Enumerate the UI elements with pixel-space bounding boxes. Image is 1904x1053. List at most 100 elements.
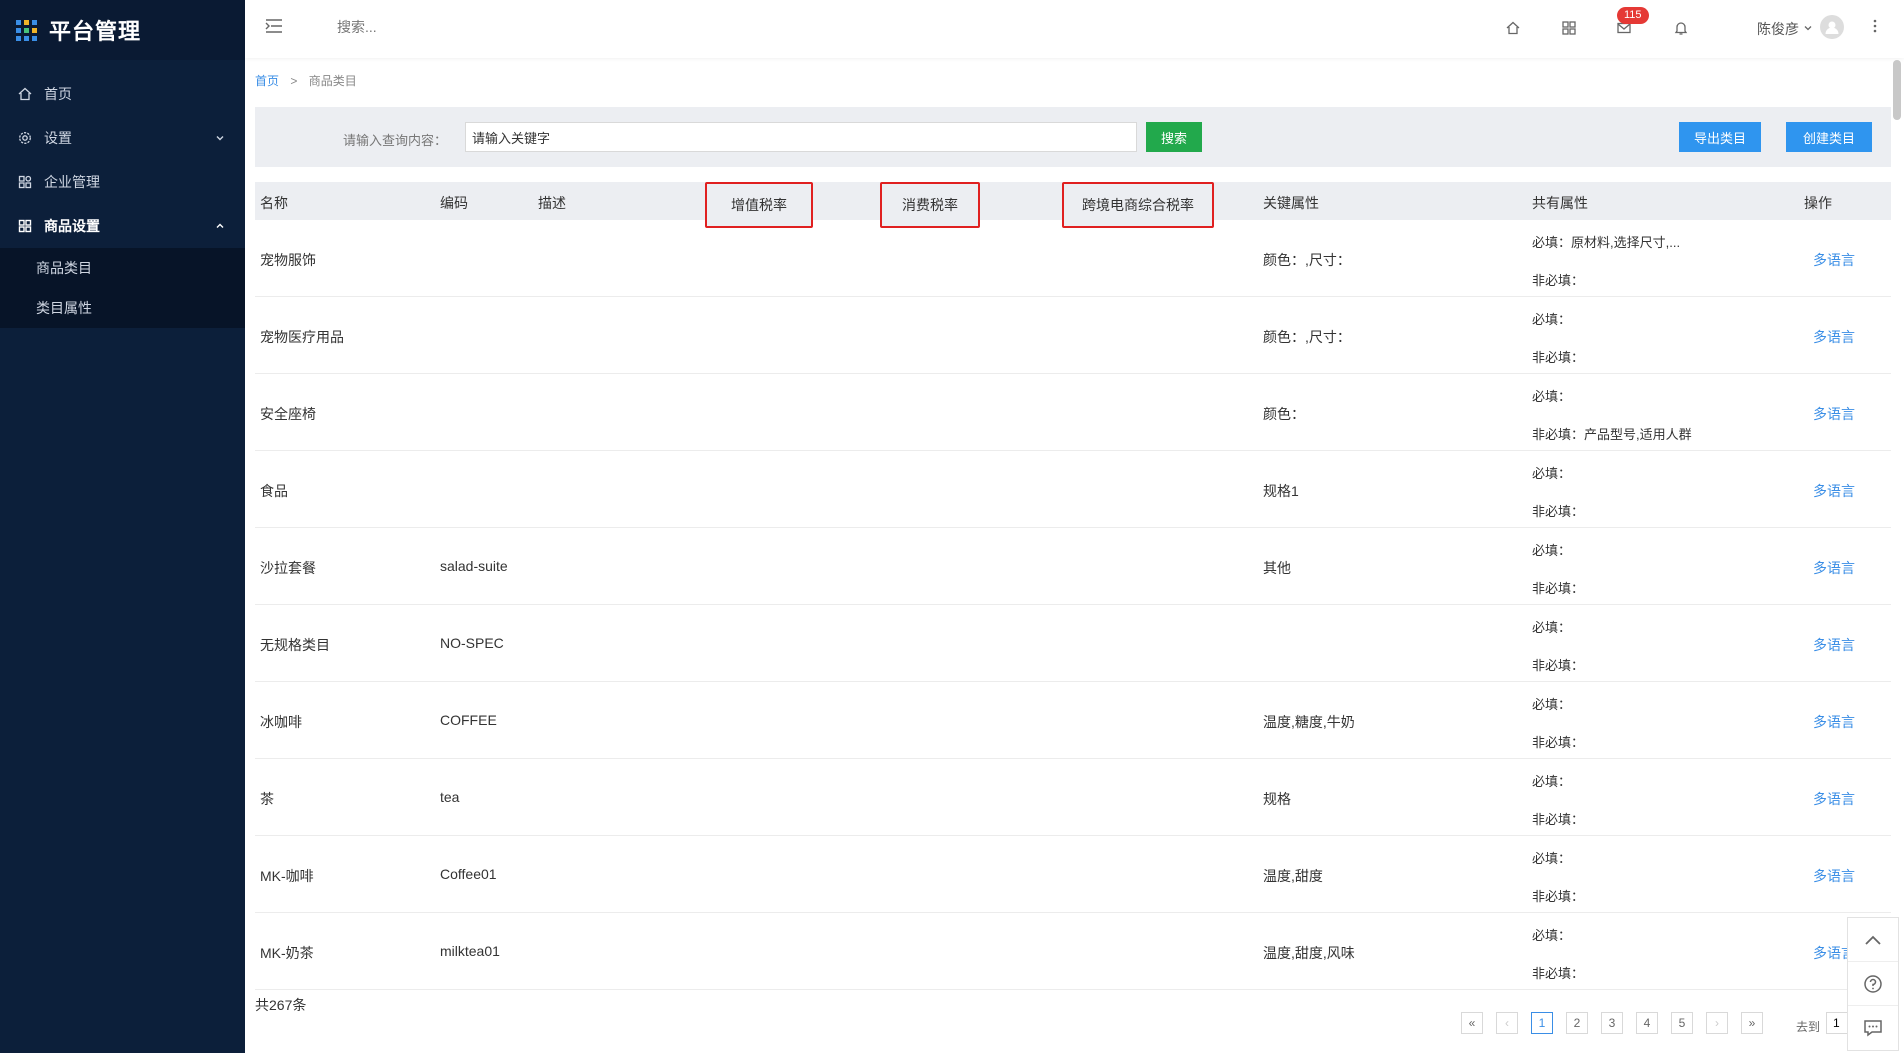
sidebar-item-enterprise[interactable]: 企业管理 bbox=[0, 160, 245, 204]
avatar[interactable] bbox=[1820, 15, 1844, 39]
col-header-name: 名称 bbox=[260, 195, 288, 211]
breadcrumb-current: 商品类目 bbox=[308, 74, 357, 88]
cell-name: 宠物医疗用品 bbox=[260, 329, 344, 345]
home-icon bbox=[16, 85, 34, 103]
page-button[interactable]: 3 bbox=[1601, 1012, 1623, 1034]
cell-code: milktea01 bbox=[440, 943, 500, 959]
multilanguage-link[interactable]: 多语言 bbox=[1813, 789, 1855, 809]
sidebar-subitem-attributes[interactable]: 类目属性 bbox=[0, 288, 245, 328]
table-row: 宠物服饰 颜色：,尺寸： 必填：原材料,选择尺寸,... 非必填： 多语言 bbox=[255, 220, 1891, 297]
more-vertical-icon[interactable] bbox=[1872, 18, 1878, 37]
chat-icon[interactable] bbox=[1848, 1006, 1898, 1050]
multilanguage-link[interactable]: 多语言 bbox=[1813, 250, 1855, 270]
cell-required-attr: 必填： bbox=[1532, 389, 1572, 404]
multilanguage-link[interactable]: 多语言 bbox=[1813, 481, 1855, 501]
cell-name: 茶 bbox=[260, 791, 274, 807]
floating-toolbar bbox=[1847, 917, 1899, 1051]
app-title: 平台管理 bbox=[49, 19, 142, 44]
app-logo-icon bbox=[16, 19, 37, 41]
table-row: 无规格类目 NO-SPEC 必填： 非必填： 多语言 bbox=[255, 605, 1891, 682]
cell-optional-attr: 非必填： bbox=[1532, 812, 1585, 827]
building-icon bbox=[16, 173, 34, 191]
cell-key-attr: 颜色： bbox=[1263, 406, 1305, 422]
help-icon[interactable] bbox=[1848, 962, 1898, 1006]
table-row: 冰咖啡 COFFEE 温度,糖度,牛奶 必填： 非必填： 多语言 bbox=[255, 682, 1891, 759]
cell-required-attr: 必填： bbox=[1532, 928, 1572, 943]
page-button[interactable]: 2 bbox=[1566, 1012, 1588, 1034]
sidebar: 平台管理 首页 设置 企业管理 商品设置 商品类目 类目属性 bbox=[0, 0, 245, 1053]
cell-required-attr: 必填： bbox=[1532, 697, 1572, 712]
cell-required-attr: 必填： bbox=[1532, 543, 1572, 558]
page-button[interactable]: 1 bbox=[1531, 1012, 1553, 1034]
global-search-input[interactable] bbox=[337, 19, 537, 35]
table-row: 茶 tea 规格 必填： 非必填： 多语言 bbox=[255, 759, 1891, 836]
menu-toggle-icon[interactable] bbox=[265, 18, 283, 37]
cell-required-attr: 必填：原材料,选择尺寸,... bbox=[1532, 235, 1681, 250]
multilanguage-link[interactable]: 多语言 bbox=[1813, 712, 1855, 732]
multilanguage-link[interactable]: 多语言 bbox=[1813, 404, 1855, 424]
multilanguage-link[interactable]: 多语言 bbox=[1813, 635, 1855, 655]
back-to-top-icon[interactable] bbox=[1848, 918, 1898, 962]
multilanguage-link[interactable]: 多语言 bbox=[1813, 866, 1855, 886]
page-nav-button[interactable]: › bbox=[1706, 1012, 1728, 1034]
breadcrumb-home-link[interactable]: 首页 bbox=[255, 74, 279, 88]
export-category-button[interactable]: 导出类目 bbox=[1679, 122, 1761, 152]
cell-required-attr: 必填： bbox=[1532, 620, 1572, 635]
sidebar-item-home[interactable]: 首页 bbox=[0, 72, 245, 116]
cell-key-attr: 温度,甜度,风味 bbox=[1263, 945, 1355, 961]
cell-code: NO-SPEC bbox=[440, 635, 504, 651]
cell-optional-attr: 非必填： bbox=[1532, 504, 1585, 519]
sidebar-menu: 首页 设置 企业管理 商品设置 商品类目 类目属性 bbox=[0, 72, 245, 328]
cell-optional-attr: 非必填： bbox=[1532, 350, 1585, 365]
cell-required-attr: 必填： bbox=[1532, 851, 1572, 866]
cell-required-attr: 必填： bbox=[1532, 312, 1572, 327]
cell-name: 无规格类目 bbox=[260, 637, 330, 653]
table-row: 沙拉套餐 salad-suite 其他 必填： 非必填： 多语言 bbox=[255, 528, 1891, 605]
sidebar-subitem-categories[interactable]: 商品类目 bbox=[0, 248, 245, 288]
user-name[interactable]: 陈俊彦 bbox=[1757, 19, 1799, 39]
multilanguage-link[interactable]: 多语言 bbox=[1813, 558, 1855, 578]
page-nav-button[interactable]: » bbox=[1741, 1012, 1763, 1034]
home-icon[interactable] bbox=[1502, 17, 1524, 39]
keyword-input[interactable] bbox=[465, 122, 1137, 152]
search-panel: 请输入查询内容： 搜索 导出类目 创建类目 bbox=[255, 107, 1891, 167]
cell-code: COFFEE bbox=[440, 712, 497, 728]
chevron-down-icon[interactable] bbox=[1803, 20, 1813, 36]
page-nav-button[interactable]: « bbox=[1461, 1012, 1483, 1034]
bell-icon[interactable] bbox=[1670, 17, 1692, 39]
col-header-action: 操作 bbox=[1804, 195, 1832, 211]
table-row: 安全座椅 颜色： 必填： 非必填：产品型号,适用人群 多语言 bbox=[255, 374, 1891, 451]
sidebar-item-product-settings[interactable]: 商品设置 bbox=[0, 204, 245, 248]
cell-optional-attr: 非必填： bbox=[1532, 889, 1585, 904]
cell-optional-attr: 非必填： bbox=[1532, 273, 1585, 288]
cell-optional-attr: 非必填： bbox=[1532, 966, 1585, 981]
brand[interactable]: 平台管理 bbox=[0, 0, 245, 60]
notification-badge: 115 bbox=[1617, 7, 1649, 24]
multilanguage-link[interactable]: 多语言 bbox=[1813, 327, 1855, 347]
breadcrumb: 首页 > 商品类目 bbox=[255, 72, 357, 89]
cell-name: 安全座椅 bbox=[260, 406, 316, 422]
cell-key-attr: 其他 bbox=[1263, 560, 1291, 576]
create-category-button[interactable]: 创建类目 bbox=[1786, 122, 1872, 152]
scrollbar[interactable] bbox=[1893, 60, 1901, 120]
sidebar-item-settings[interactable]: 设置 bbox=[0, 116, 245, 160]
cell-key-attr: 颜色：,尺寸： bbox=[1263, 252, 1351, 268]
apps-grid-icon[interactable] bbox=[1558, 17, 1580, 39]
cell-optional-attr: 非必填：产品型号,适用人群 bbox=[1532, 427, 1692, 442]
col-header-desc: 描述 bbox=[538, 195, 566, 211]
chevron-up-icon bbox=[215, 218, 225, 234]
cell-name: 食品 bbox=[260, 483, 288, 499]
cell-code: tea bbox=[440, 789, 460, 805]
page-button[interactable]: 5 bbox=[1671, 1012, 1693, 1034]
page-button[interactable]: 4 bbox=[1636, 1012, 1658, 1034]
cell-code: salad-suite bbox=[440, 558, 508, 574]
page-nav-button[interactable]: ‹ bbox=[1496, 1012, 1518, 1034]
sidebar-item-label: 首页 bbox=[44, 86, 72, 102]
grid-icon bbox=[16, 217, 34, 235]
cell-key-attr: 规格 bbox=[1263, 791, 1291, 807]
cell-required-attr: 必填： bbox=[1532, 466, 1572, 481]
table-header: 名称 编码 描述 增值税率 消费税率 跨境电商综合税率 关键属性 共有属性 操作 bbox=[255, 182, 1891, 228]
sidebar-item-label: 设置 bbox=[44, 130, 72, 146]
gear-icon bbox=[16, 129, 34, 147]
search-button[interactable]: 搜索 bbox=[1146, 122, 1202, 152]
